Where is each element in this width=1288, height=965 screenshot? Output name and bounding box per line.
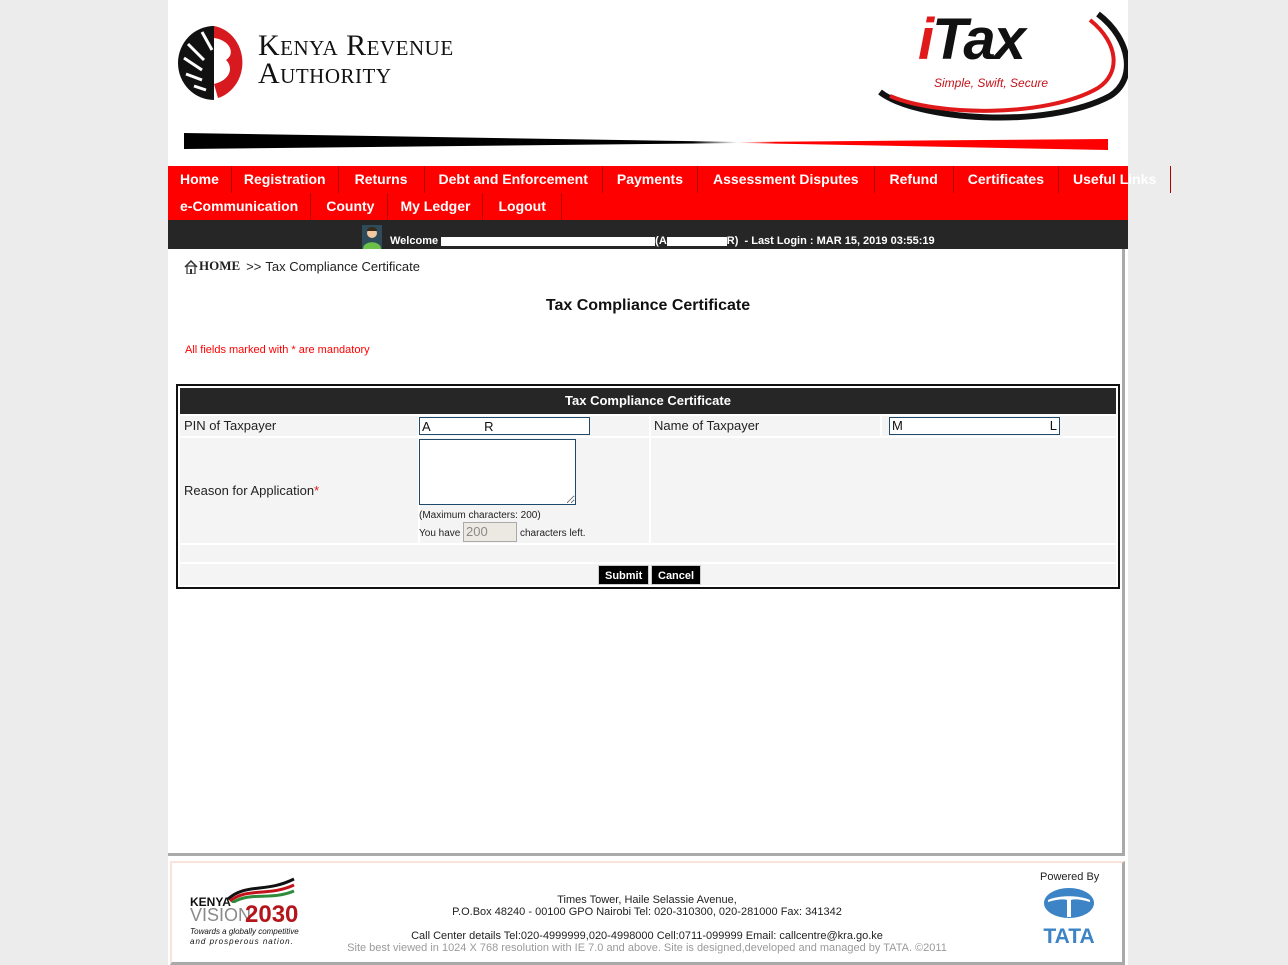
required-marker: * [314,483,320,498]
footer: KENYA VISION 2030 Towards a globally com… [170,861,1125,965]
nav-assessment-disputes[interactable]: Assessment Disputes [698,166,875,193]
itax-wordmark: iTax [918,7,1026,72]
pin-label: PIN of Taxpayer [184,418,277,433]
nav-home[interactable]: Home [168,166,232,193]
redacted-username [441,236,656,246]
kra-lion-emblem-icon [178,26,243,100]
form-header: Tax Compliance Certificate [180,388,1116,414]
pin-input[interactable] [419,417,590,435]
reason-textarea[interactable] [419,439,576,505]
nav-county[interactable]: County [311,193,389,220]
nav-certificates[interactable]: Certificates [954,166,1060,193]
nav-payments[interactable]: Payments [603,166,699,193]
header: Kenya Revenue Authority iTax Simple, Swi… [168,0,1128,166]
footer-address-line1: Times Tower, Haile Selassie Avenue, [557,894,737,906]
form-row-actions: Submit Cancel [180,564,1116,585]
nav-registration[interactable]: Registration [232,166,339,193]
main-nav: Home Registration Returns Debt and Enfor… [168,166,1172,220]
form-row-spacer [180,545,1116,562]
redacted-pin [666,236,727,246]
footer-site-note: Site best viewed in 1024 X 768 resolutio… [347,942,947,954]
tata-wordmark: TATA [1043,925,1094,945]
form-row-pin-name: PIN of Taxpayer Name of Taxpayer M L [180,416,1116,436]
header-divider-bar [184,133,1108,150]
nav-returns[interactable]: Returns [339,166,425,193]
page-title: Tax Compliance Certificate [545,297,751,314]
kra-org-name: Kenya Revenue Authority [258,29,454,90]
nav-my-ledger[interactable]: My Ledger [388,193,484,220]
page: Kenya Revenue Authority iTax Simple, Swi… [168,0,1172,965]
submit-button[interactable]: Submit [598,565,650,585]
itax-logo: iTax Simple, Swift, Secure [876,0,1128,125]
kra-logo: Kenya Revenue Authority [178,22,498,102]
chars-left-suffix: characters left. [520,528,586,539]
tcc-form: Tax Compliance Certificate PIN of Taxpay… [176,384,1120,589]
nav-refund[interactable]: Refund [875,166,954,193]
nav-e-communication[interactable]: e-Communication [168,193,312,220]
home-icon [184,260,198,274]
nav-debt-and-enforcement[interactable]: Debt and Enforcement [425,166,603,193]
breadcrumb: HOME >> Tax Compliance Certificate [184,258,420,274]
welcome-bar: Welcome (A R) - Last Login : MAR 15, 2019… [168,220,1128,249]
user-avatar-icon [362,225,382,249]
welcome-message: Welcome (A R) - Last Login : MAR 15, 2019… [390,235,935,247]
breadcrumb-home-link[interactable]: HOME [184,258,240,274]
nav-row-2: e-Communication County My Ledger Logout [168,193,1128,220]
nav-logout[interactable]: Logout [483,193,562,220]
footer-call-center: Call Center details Tel:020-4999999,020-… [411,930,883,942]
mandatory-note: All fields marked with * are mandatory [185,344,370,356]
name-input[interactable]: M L [889,417,1060,435]
footer-address-line2: P.O.Box 48240 - 00100 GPO Nairobi Tel: 0… [452,906,842,918]
tata-logo-icon: TATA [1043,888,1095,945]
you-have-label: You have [419,528,461,539]
cancel-button[interactable]: Cancel [651,565,702,585]
breadcrumb-current: Tax Compliance Certificate [265,259,420,274]
reason-label: Reason for Application* [184,483,320,498]
chars-left-counter: 200 [463,522,517,542]
nav-useful-links[interactable]: Useful Links [1059,166,1172,193]
itax-slogan: Simple, Swift, Secure [934,76,1049,90]
nav-row-1: Home Registration Returns Debt and Enfor… [168,166,1172,193]
form-row-reason: Reason for Application* (Maximum charact… [180,438,1116,543]
max-chars-note: (Maximum characters: 200) [419,510,541,521]
name-label: Name of Taxpayer [654,418,760,433]
powered-by-label: Powered By [1040,871,1100,883]
